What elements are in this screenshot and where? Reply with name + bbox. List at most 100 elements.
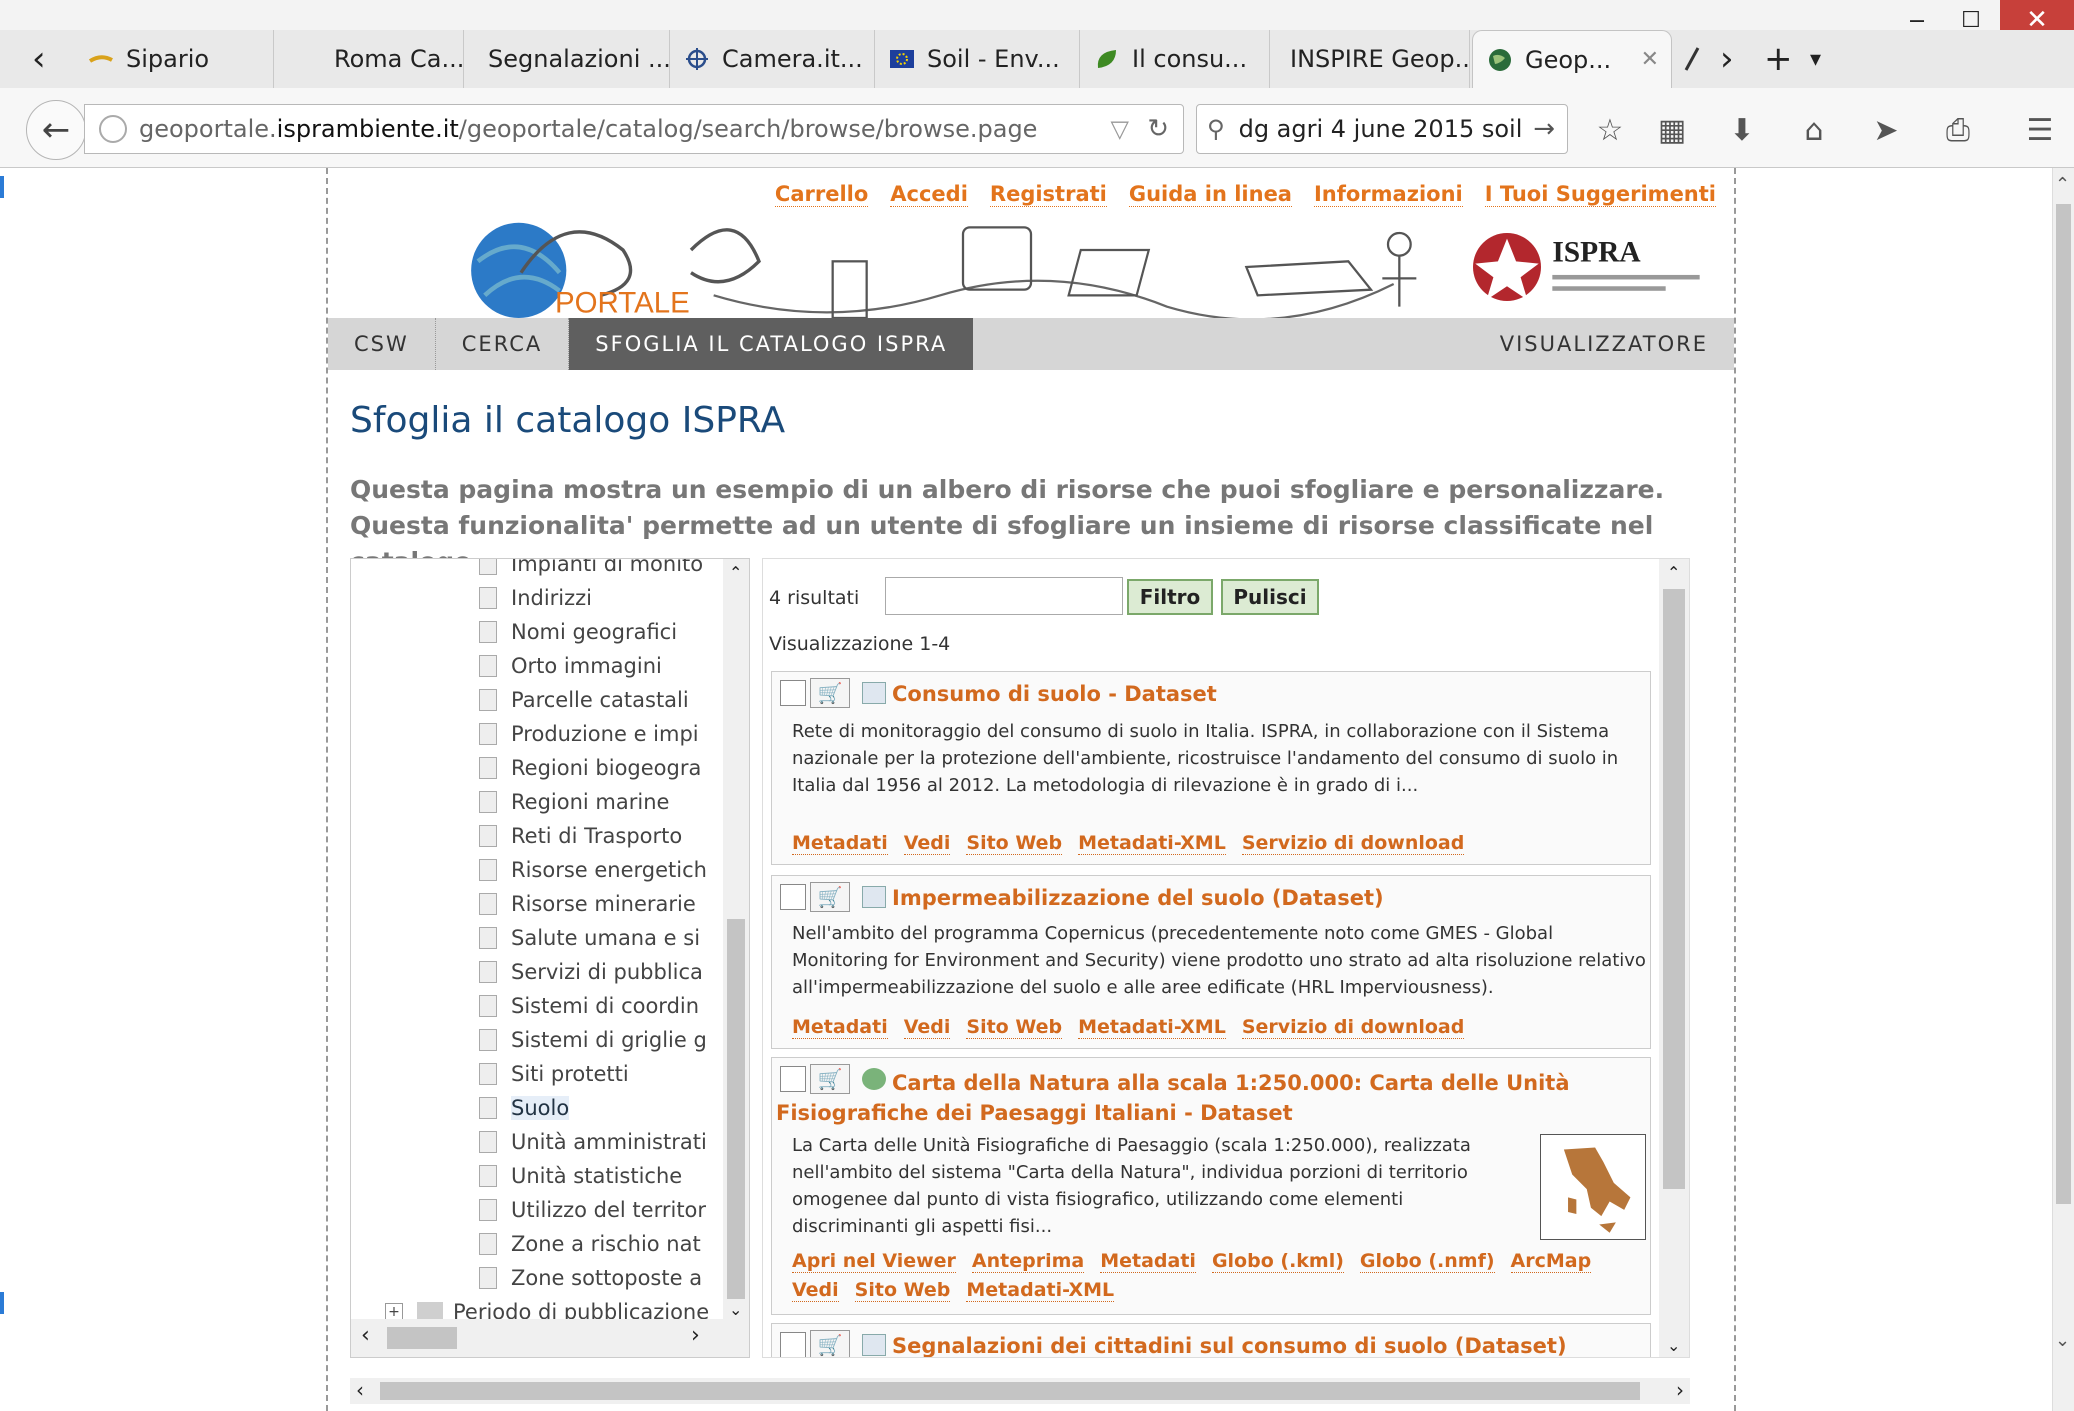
tree-node[interactable]: Produzione e impi [479, 717, 699, 751]
link-vedi[interactable]: Vedi [792, 1279, 839, 1302]
tab-camera[interactable]: Camera.it... [670, 30, 875, 88]
scroll-down-arrow-icon[interactable]: ⌄ [1667, 1336, 1680, 1355]
page-scrollbar[interactable]: ⌃ ⌄ [2052, 168, 2074, 1411]
tab-sipario[interactable]: Sipario [74, 30, 274, 88]
add-to-cart-icon[interactable]: 🛒 [810, 678, 850, 708]
menu-cerca[interactable]: CERCA [436, 318, 570, 370]
scroll-thumb[interactable] [2056, 204, 2071, 1204]
tab-soil[interactable]: Soil - Env... [875, 30, 1080, 88]
url-bar[interactable]: geoportale. isprambiente.it/geoportale/ca… [84, 104, 1184, 154]
scroll-right-arrow-icon[interactable]: › [1676, 1378, 1684, 1402]
tree-node[interactable]: Regioni biogeogra [479, 751, 701, 785]
link-download[interactable]: Servizio di download [1241, 832, 1465, 855]
print-icon[interactable]: ⎙ [1938, 110, 1978, 150]
tree-node[interactable]: Reti di Trasporto [479, 819, 682, 853]
tree-vertical-scrollbar[interactable]: ⌃ ⌄ [723, 559, 749, 1319]
link-sito-web[interactable]: Sito Web [966, 1016, 1063, 1039]
search-go-icon[interactable]: → [1533, 114, 1555, 144]
tree-node[interactable]: Unità amministrati [479, 1125, 707, 1159]
filter-input[interactable] [885, 577, 1123, 615]
scroll-up-arrow-icon[interactable]: ⌃ [1667, 563, 1680, 582]
tree-node[interactable]: Parcelle catastali [479, 683, 689, 717]
link-vedi[interactable]: Vedi [903, 832, 951, 855]
search-input[interactable]: dg agri 4 june 2015 soil [1239, 115, 1523, 143]
menu-visualizzatore[interactable]: VISUALIZZATORE [1474, 318, 1734, 370]
tree-node[interactable]: Regioni marine [479, 785, 669, 819]
link-vedi[interactable]: Vedi [903, 1016, 951, 1039]
tree-node[interactable]: Zone a rischio nat [479, 1227, 701, 1261]
tree-node[interactable]: Siti protetti [479, 1057, 629, 1091]
select-checkbox[interactable] [780, 1332, 806, 1357]
link-globo-nmf[interactable]: Globo (.nmf) [1359, 1250, 1495, 1273]
select-checkbox[interactable] [780, 680, 806, 706]
page-horizontal-scrollbar[interactable]: ‹ › [350, 1378, 1690, 1404]
tree-node[interactable]: Orto immagini [479, 649, 662, 683]
results-vertical-scrollbar[interactable]: ⌃ ⌄ [1659, 559, 1689, 1357]
tree-node[interactable]: Indirizzi [479, 581, 592, 615]
tree-node[interactable]: Utilizzo del territor [479, 1193, 706, 1227]
tree-node[interactable]: Risorse minerarie [479, 887, 696, 921]
select-checkbox[interactable] [780, 884, 806, 910]
scroll-left-arrow-icon[interactable]: ‹ [361, 1323, 370, 1348]
link-globo-kml[interactable]: Globo (.kml) [1211, 1250, 1344, 1273]
link-sito-web[interactable]: Sito Web [854, 1279, 951, 1302]
add-to-cart-icon[interactable]: 🛒 [810, 882, 850, 912]
scroll-thumb[interactable] [1663, 589, 1685, 1189]
bookmark-star-icon[interactable]: ☆ [1590, 110, 1630, 150]
tree-node[interactable]: Sistemi di griglie g [479, 1023, 707, 1057]
scroll-down-arrow-icon[interactable]: ⌄ [729, 1300, 742, 1319]
tree-node[interactable]: Nomi geografici [479, 615, 677, 649]
link-metadati-xml[interactable]: Metadati-XML [1078, 1016, 1226, 1039]
back-button[interactable]: ← [26, 100, 86, 160]
add-to-cart-icon[interactable]: 🛒 [810, 1330, 850, 1357]
link-download[interactable]: Servizio di download [1241, 1016, 1465, 1039]
new-tab-button[interactable]: + [1750, 30, 1790, 88]
tree-node[interactable]: Zone sottoposte a [479, 1261, 702, 1295]
link-metadati[interactable]: Metadati [792, 1016, 888, 1039]
tree-node[interactable]: Sistemi di coordin [479, 989, 699, 1023]
scroll-right-arrow-icon[interactable]: › [691, 1323, 700, 1348]
tree-node[interactable]: Salute umana e si [479, 921, 700, 955]
map-thumbnail[interactable] [1540, 1134, 1646, 1240]
tree-node[interactable]: Unità statistiche [479, 1159, 682, 1193]
scroll-up-arrow-icon[interactable]: ⌃ [2055, 174, 2070, 195]
tree-node[interactable]: Servizi di pubblica [479, 955, 703, 989]
reload-icon[interactable]: ↻ [1147, 114, 1169, 144]
result-title[interactable]: Carta della Natura alla scala 1:250.000:… [776, 1068, 1636, 1128]
menu-csw[interactable]: CSW [328, 318, 436, 370]
result-title[interactable]: Consumo di suolo - Dataset [892, 682, 1217, 706]
tab-list-button[interactable]: ▾ [1796, 30, 1836, 88]
tab-partial[interactable] [1676, 30, 1702, 88]
link-anteprima[interactable]: Anteprima [971, 1250, 1085, 1273]
reading-list-icon[interactable]: ▦ [1652, 110, 1692, 150]
menu-sfoglia[interactable]: SFOGLIA IL CATALOGO ISPRA [569, 318, 974, 370]
scroll-thumb[interactable] [380, 1382, 1640, 1400]
download-icon[interactable]: ⬇ [1722, 110, 1762, 150]
menu-hamburger-icon[interactable]: ☰ [2020, 110, 2060, 150]
tree-horizontal-scrollbar[interactable]: ‹ › [351, 1319, 749, 1357]
search-bar[interactable]: ⚲ dg agri 4 june 2015 soil → [1196, 104, 1568, 154]
tree-node[interactable]: Impianti di monito [479, 559, 703, 581]
filter-button[interactable]: Filtro [1127, 579, 1213, 615]
tab-scroll-left[interactable]: ‹ [18, 30, 58, 88]
tree-node[interactable]: Risorse energetich [479, 853, 707, 887]
scroll-thumb[interactable] [387, 1327, 457, 1349]
link-viewer[interactable]: Apri nel Viewer [792, 1250, 956, 1273]
send-icon[interactable]: ➤ [1866, 110, 1906, 150]
dropdown-arrow-icon[interactable]: ▽ [1111, 115, 1129, 143]
tab-close-icon[interactable]: ✕ [1641, 47, 1659, 72]
home-icon[interactable]: ⌂ [1794, 110, 1834, 150]
link-sito-web[interactable]: Sito Web [966, 832, 1063, 855]
tab-roma[interactable]: Roma Ca... [274, 30, 464, 88]
tree-node-selected[interactable]: Suolo [479, 1091, 570, 1125]
tab-inspire[interactable]: INSPIRE Geop... [1270, 30, 1470, 88]
scroll-thumb[interactable] [727, 919, 745, 1299]
tab-consumo[interactable]: Il consu... [1080, 30, 1270, 88]
scroll-left-arrow-icon[interactable]: ‹ [356, 1378, 364, 1402]
link-arcmap[interactable]: ArcMap [1510, 1250, 1592, 1273]
result-title[interactable]: Segnalazioni dei cittadini sul consumo d… [892, 1334, 1567, 1357]
link-metadati[interactable]: Metadati [1100, 1250, 1196, 1273]
tab-scroll-right[interactable]: › [1706, 30, 1742, 88]
link-metadati[interactable]: Metadati [792, 832, 888, 855]
result-title[interactable]: Impermeabilizzazione del suolo (Dataset) [892, 886, 1384, 910]
